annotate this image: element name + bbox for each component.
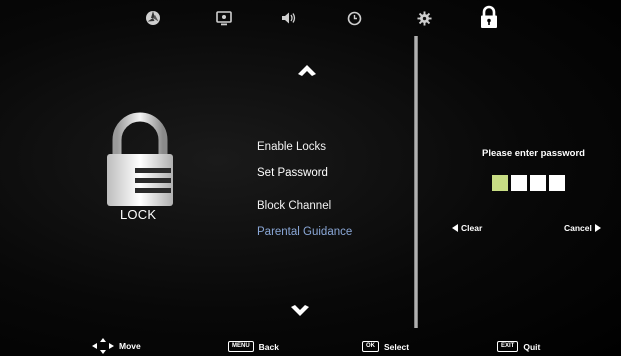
ok-key-icon: OK — [362, 341, 379, 352]
menu-item-block-channel[interactable]: Block Channel — [257, 200, 331, 212]
menu-key-icon: MENU — [228, 341, 254, 352]
password-digit-3[interactable] — [530, 175, 546, 191]
screen-icon[interactable] — [214, 8, 234, 28]
scroll-up-icon[interactable] — [297, 64, 317, 78]
bottom-hint-bar: Move MENU Back OK Select EXIT Quit — [0, 332, 621, 356]
right-arrow-icon — [594, 224, 601, 232]
password-prompt: Please enter password — [482, 148, 585, 159]
clear-label: Clear — [461, 223, 483, 233]
panel-divider — [414, 36, 418, 328]
move-label: Move — [119, 341, 141, 351]
quit-label: Quit — [523, 341, 541, 352]
clear-button[interactable]: Clear — [452, 223, 482, 233]
dpad-icon — [92, 338, 114, 354]
select-hint: OK Select — [362, 341, 409, 352]
left-arrow-icon — [452, 224, 458, 232]
select-label: Select — [384, 341, 410, 352]
picture-icon[interactable] — [143, 8, 163, 28]
tv-osd-screen: LOCK Enable Locks Set Password Block Cha… — [0, 0, 621, 356]
password-digit-4[interactable] — [549, 175, 565, 191]
gear-icon[interactable] — [414, 8, 434, 28]
password-digit-boxes[interactable] — [492, 175, 565, 191]
menu-item-parental-guidance[interactable]: Parental Guidance — [257, 226, 352, 238]
menu-item-enable-locks[interactable]: Enable Locks — [257, 141, 326, 153]
scroll-down-icon[interactable] — [290, 303, 310, 317]
password-digit-1[interactable] — [492, 175, 508, 191]
move-hint: Move — [92, 338, 141, 354]
quit-hint: EXIT Quit — [497, 341, 540, 352]
sound-icon[interactable] — [279, 8, 299, 28]
menu-item-set-password[interactable]: Set Password — [257, 167, 328, 179]
cancel-label: Cancel — [564, 223, 592, 233]
lock-icon[interactable] — [478, 4, 500, 30]
back-hint: MENU Back — [228, 341, 279, 352]
top-menu-bar — [0, 0, 621, 34]
back-label: Back — [258, 341, 279, 352]
cancel-button[interactable]: Cancel — [564, 223, 601, 233]
password-digit-2[interactable] — [511, 175, 527, 191]
lock-title: LOCK — [120, 207, 157, 222]
clock-icon[interactable] — [344, 8, 364, 28]
exit-key-icon: EXIT — [497, 341, 519, 352]
